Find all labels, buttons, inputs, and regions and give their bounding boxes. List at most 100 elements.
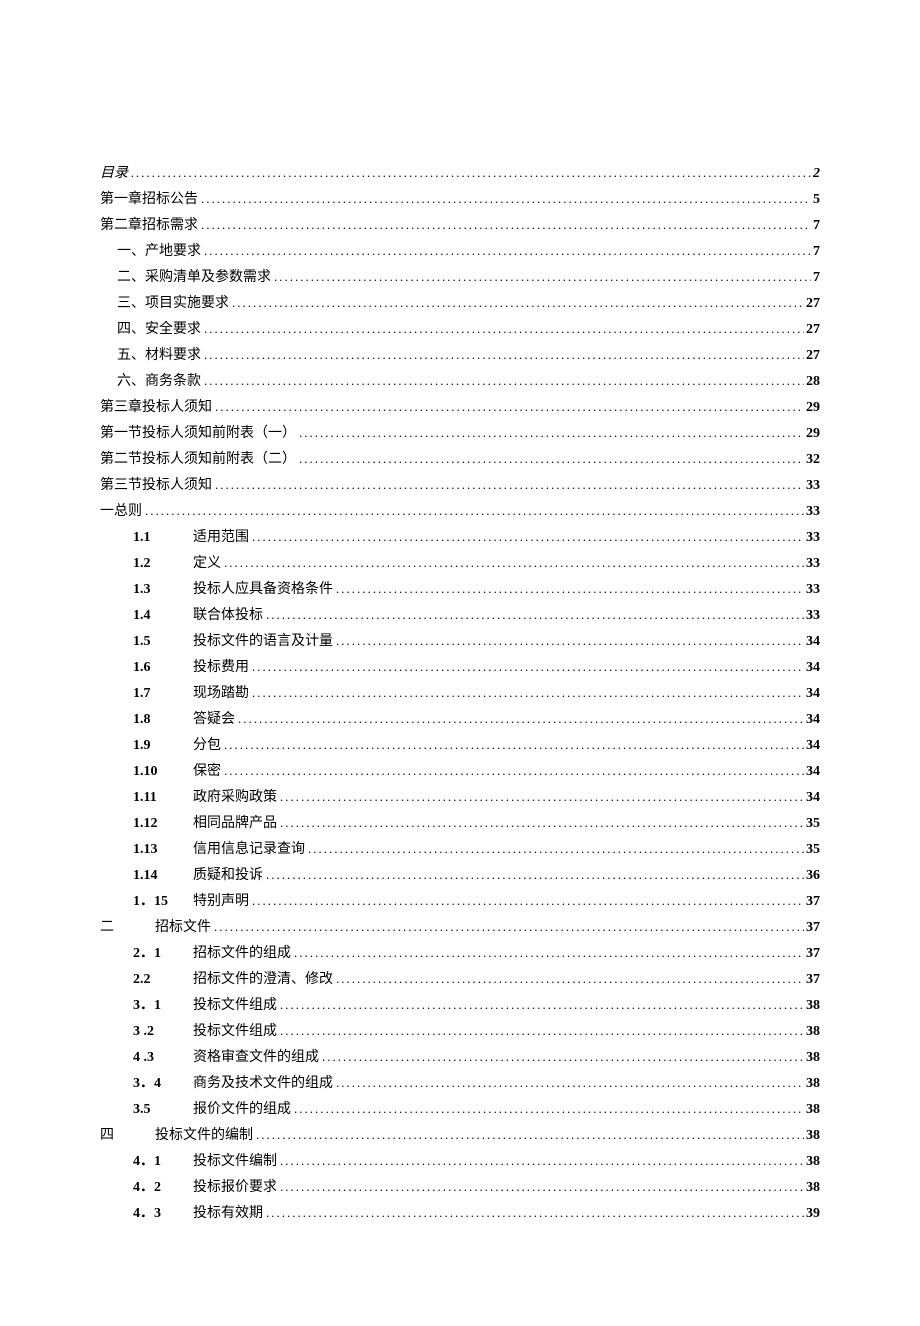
toc-entry: 3．4商务及技术文件的组成38 — [100, 1070, 820, 1096]
toc-title: 投标文件的编制 — [155, 1123, 253, 1148]
toc-leader-dots — [224, 732, 804, 757]
toc-leader-dots — [266, 862, 804, 887]
toc-number: 4 .3 — [133, 1045, 193, 1070]
toc-leader-dots — [294, 940, 804, 965]
toc-number: 1.3 — [133, 577, 193, 602]
toc-title: 投标文件组成 — [193, 1019, 277, 1044]
toc-title: 投标费用 — [193, 655, 249, 680]
toc-title: 特别声明 — [193, 889, 249, 914]
toc-page-number: 27 — [804, 317, 820, 342]
toc-leader-dots — [214, 914, 804, 939]
toc-title: 目录 — [100, 161, 128, 186]
toc-page-number: 37 — [804, 967, 820, 992]
toc-leader-dots — [280, 992, 804, 1017]
toc-leader-dots — [266, 602, 804, 627]
toc-leader-dots — [145, 498, 804, 523]
toc-number: 1.1 — [133, 525, 193, 550]
toc-number: 2．1 — [133, 941, 193, 966]
toc-number: 1.4 — [133, 603, 193, 628]
toc-title: 第三节投标人须知 — [100, 473, 212, 498]
toc-page-number: 33 — [804, 499, 820, 524]
toc-page-number: 37 — [804, 941, 820, 966]
toc-entry: 二、采购清单及参数需求 7 — [100, 264, 820, 290]
toc-title: 商务及技术文件的组成 — [193, 1071, 333, 1096]
toc-entry: 1.1适用范围33 — [100, 524, 820, 550]
toc-title: 联合体投标 — [193, 603, 263, 628]
toc-entry: 2.2招标文件的澄清、修改37 — [100, 966, 820, 992]
toc-page-number: 28 — [804, 369, 820, 394]
toc-page-number: 34 — [804, 785, 820, 810]
toc-entry: 第三节投标人须知33 — [100, 472, 820, 498]
toc-leader-dots — [256, 1122, 804, 1147]
toc-leader-dots — [280, 784, 804, 809]
toc-entry: 1.6投标费用34 — [100, 654, 820, 680]
toc-entry: 四投标文件的编制38 — [100, 1122, 820, 1148]
toc-title: 二、采购清单及参数需求 — [117, 265, 271, 290]
toc-title: 第一章招标公告 — [100, 187, 198, 212]
toc-number: 1.6 — [133, 655, 193, 680]
toc-page-number: 39 — [804, 1201, 820, 1226]
toc-leader-dots — [215, 394, 804, 419]
toc-page-number: 27 — [804, 291, 820, 316]
toc-title: 分包 — [193, 733, 221, 758]
toc-leader-dots — [252, 654, 804, 679]
toc-page-number: 35 — [804, 837, 820, 862]
toc-page-number: 27 — [804, 343, 820, 368]
toc-entry: 3．1投标文件组成38 — [100, 992, 820, 1018]
toc-title: 三、项目实施要求 — [117, 291, 229, 316]
toc-leader-dots — [201, 186, 811, 211]
toc-entry: 1．15特别声明37 — [100, 888, 820, 914]
toc-leader-dots — [238, 706, 804, 731]
toc-leader-dots — [204, 342, 804, 367]
toc-title: 投标报价要求 — [193, 1175, 277, 1200]
toc-leader-dots — [336, 576, 804, 601]
toc-number: 1.12 — [133, 811, 193, 836]
toc-title: 投标人应具备资格条件 — [193, 577, 333, 602]
toc-entry: 1.14质疑和投诉36 — [100, 862, 820, 888]
toc-title: 六、商务条款 — [117, 369, 201, 394]
toc-leader-dots — [322, 1044, 804, 1069]
toc-title: 五、材料要求 — [117, 343, 201, 368]
toc-leader-dots — [294, 1096, 804, 1121]
toc-number: 1.9 — [133, 733, 193, 758]
toc-number: 3．1 — [133, 993, 193, 1018]
toc-number: 1.11 — [133, 785, 193, 810]
toc-title: 相同品牌产品 — [193, 811, 277, 836]
toc-leader-dots — [274, 264, 811, 289]
toc-page-number: 34 — [804, 681, 820, 706]
toc-page-number: 38 — [804, 1123, 820, 1148]
toc-page-number: 5 — [811, 187, 820, 212]
toc-number: 1.8 — [133, 707, 193, 732]
toc-leader-dots — [299, 420, 804, 445]
toc-leader-dots — [252, 524, 804, 549]
toc-number: 3.5 — [133, 1097, 193, 1122]
toc-leader-dots — [280, 1148, 804, 1173]
toc-page-number: 7 — [811, 265, 820, 290]
toc-title: 政府采购政策 — [193, 785, 277, 810]
toc-entry: 一、产地要求7 — [100, 238, 820, 264]
toc-entry: 1.13信用信息记录查询35 — [100, 836, 820, 862]
toc-page-number: 33 — [804, 603, 820, 628]
toc-page-number: 32 — [804, 447, 820, 472]
toc-entry: 五、材料要求 27 — [100, 342, 820, 368]
toc-entry: 2．1招标文件的组成37 — [100, 940, 820, 966]
toc-entry: 第一章招标公告 5 — [100, 186, 820, 212]
toc-entry: 1.9分包34 — [100, 732, 820, 758]
toc-title: 四、安全要求 — [117, 317, 201, 342]
table-of-contents: 目录2第一章招标公告5第二章招标需求7一、产地要求7二、采购清单及参数需求7三、… — [100, 160, 820, 1226]
toc-number: 3 .2 — [133, 1019, 193, 1044]
toc-page-number: 37 — [804, 915, 820, 940]
toc-page-number: 38 — [804, 993, 820, 1018]
toc-leader-dots — [308, 836, 804, 861]
toc-entry: 1.11政府采购政策 34 — [100, 784, 820, 810]
toc-title: 保密 — [193, 759, 221, 784]
toc-title: 信用信息记录查询 — [193, 837, 305, 862]
toc-number: 2.2 — [133, 967, 193, 992]
toc-title: 第二节投标人须知前附表（二） — [100, 447, 296, 472]
toc-entry: 3.5报价文件的组成38 — [100, 1096, 820, 1122]
toc-entry: 1.3投标人应具备资格条件33 — [100, 576, 820, 602]
toc-entry: 4 .3资格审查文件的组成38 — [100, 1044, 820, 1070]
toc-entry: 目录2 — [100, 160, 820, 186]
toc-page-number: 38 — [804, 1097, 820, 1122]
toc-title: 一总则 — [100, 499, 142, 524]
